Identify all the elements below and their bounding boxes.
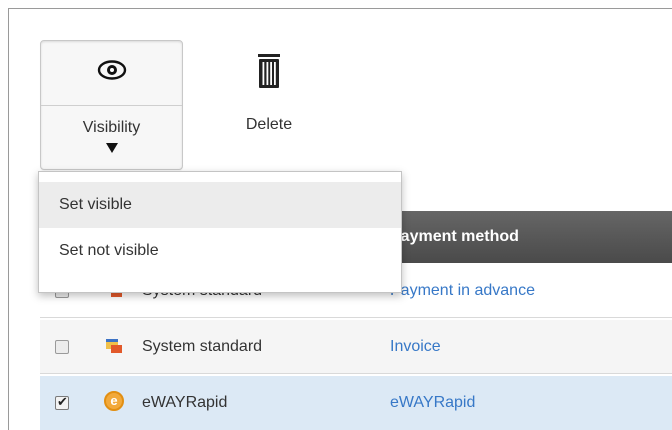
row-name: System standard bbox=[142, 338, 263, 355]
delete-button-label: Delete bbox=[245, 116, 293, 133]
visibility-button[interactable]: Visibility bbox=[40, 40, 183, 170]
visibility-dropdown-menu: Set visible Set not visible bbox=[38, 171, 402, 293]
menu-item-set-not-visible[interactable]: Set not visible bbox=[39, 228, 401, 274]
eye-icon bbox=[97, 59, 127, 86]
delete-button[interactable]: Delete bbox=[222, 40, 316, 140]
table-row[interactable]: System standard Invoice bbox=[40, 320, 672, 374]
status-standard-icon bbox=[106, 338, 122, 354]
trash-icon bbox=[258, 53, 280, 93]
row-payment-link[interactable]: Payment in advance bbox=[390, 264, 535, 318]
visibility-button-upper bbox=[41, 41, 182, 106]
row-payment-link[interactable]: Invoice bbox=[390, 320, 441, 374]
row-name: eWAYRapid bbox=[142, 394, 228, 411]
row-payment-link[interactable]: eWAYRapid bbox=[390, 376, 475, 430]
visibility-button-label: Visibility bbox=[82, 119, 141, 136]
column-header-payment-method[interactable]: Payment method bbox=[390, 211, 519, 263]
eway-icon: e bbox=[104, 391, 124, 411]
menu-item-set-visible[interactable]: Set visible bbox=[39, 182, 401, 228]
table-row[interactable]: ✔ e eWAYRapid eWAYRapid bbox=[40, 376, 672, 430]
row-checkbox-checked[interactable]: ✔ bbox=[55, 394, 69, 410]
checkmark-icon: ✔ bbox=[57, 394, 68, 409]
caret-down-icon bbox=[105, 143, 118, 153]
row-checkbox[interactable] bbox=[55, 340, 69, 354]
